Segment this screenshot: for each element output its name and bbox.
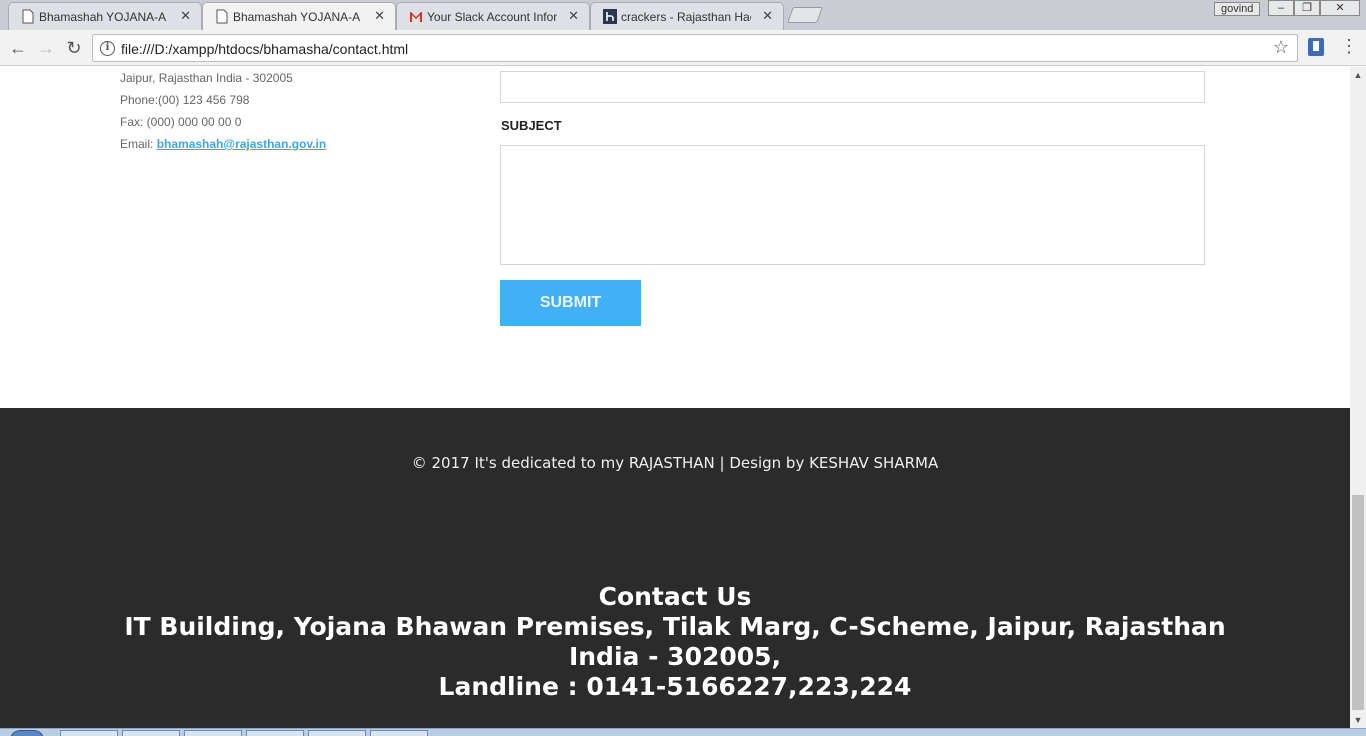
scroll-up-icon[interactable]: ▲ xyxy=(1350,67,1366,83)
profile-button[interactable]: govind xyxy=(1214,2,1261,16)
copyright-text: © 2017 It's dedicated to my RAJASTHAN | … xyxy=(411,454,939,472)
close-icon[interactable]: ✕ xyxy=(762,8,773,24)
phone-line: Phone:(00) 123 456 798 xyxy=(120,93,250,107)
contact-info: Jaipur, Rajasthan India - 302005 Phone:(… xyxy=(120,71,326,159)
page-viewport: Jaipur, Rajasthan India - 302005 Phone:(… xyxy=(0,67,1350,728)
footer-contact: Contact Us IT Building, Yojana Bhawan Pr… xyxy=(0,582,1350,702)
browser-tab-4[interactable]: crackers - Rajasthan Hac ✕ xyxy=(590,2,784,30)
taskbar-item[interactable] xyxy=(184,730,242,736)
minimize-icon[interactable]: – xyxy=(1268,0,1294,16)
hackerearth-icon xyxy=(603,9,617,24)
contact-heading: Contact Us xyxy=(598,582,752,611)
subject-textarea[interactable] xyxy=(500,145,1205,265)
address-line: Jaipur, Rajasthan India - 302005 xyxy=(120,71,293,85)
browser-tab-3[interactable]: Your Slack Account Infor ✕ xyxy=(396,2,590,30)
footer: © 2017 It's dedicated to my RAJASTHAN | … xyxy=(0,408,1350,728)
browser-tab-2[interactable]: Bhamashah YOJANA-A M ✕ xyxy=(202,2,396,30)
page-icon xyxy=(216,9,228,24)
taskbar xyxy=(0,728,1366,736)
email-line: Email: bhamashah@rajasthan.gov.in xyxy=(120,137,326,159)
fax-line: Fax: (000) 000 00 00 0 xyxy=(120,115,242,129)
footer-landline: Landline : 0141-5166227,223,224 xyxy=(438,672,912,701)
reload-icon[interactable]: ↻ xyxy=(62,36,86,60)
info-icon[interactable]: i xyxy=(100,41,115,56)
email-link[interactable]: bhamashah@rajasthan.gov.in xyxy=(157,137,327,151)
browser-tab-1[interactable]: Bhamashah YOJANA-A M ✕ xyxy=(8,2,202,30)
close-icon[interactable]: ✕ xyxy=(180,8,191,24)
browser-toolbar: ← → ↻ i file:///D:/xampp/htdocs/bhamasha… xyxy=(0,30,1366,66)
tab-title: Bhamashah YOJANA-A M xyxy=(233,9,363,24)
taskbar-item[interactable] xyxy=(60,730,118,736)
tab-title: Bhamashah YOJANA-A M xyxy=(39,9,169,24)
url-text[interactable]: file:///D:/xampp/htdocs/bhamasha/contact… xyxy=(121,41,408,57)
restore-icon[interactable]: ❐ xyxy=(1294,0,1320,16)
scroll-down-icon[interactable]: ▼ xyxy=(1350,712,1366,728)
address-bar[interactable]: i file:///D:/xampp/htdocs/bhamasha/conta… xyxy=(92,34,1298,62)
taskbar-item[interactable] xyxy=(370,730,428,736)
tab-title: Your Slack Account Infor xyxy=(427,9,557,24)
page-icon xyxy=(22,9,34,24)
browser-tabstrip: Bhamashah YOJANA-A M ✕ Bhamashah YOJANA-… xyxy=(0,0,1366,30)
taskbar-item[interactable] xyxy=(246,730,304,736)
tab-title: crackers - Rajasthan Hac xyxy=(621,9,751,24)
taskbar-item[interactable] xyxy=(308,730,366,736)
new-tab-button[interactable] xyxy=(787,7,823,23)
menu-icon[interactable]: ⋮ xyxy=(1340,36,1358,57)
taskbar-item[interactable] xyxy=(122,730,180,736)
email-prefix: Email: xyxy=(120,137,157,151)
submit-button[interactable]: SUBMIT xyxy=(500,280,641,326)
subject-label: SUBJECT xyxy=(501,118,562,133)
vertical-scrollbar[interactable]: ▲ ▼ xyxy=(1350,67,1366,728)
close-icon[interactable]: ✕ xyxy=(568,8,579,24)
back-icon[interactable]: ← xyxy=(6,36,30,60)
forward-icon[interactable]: → xyxy=(34,36,58,60)
start-icon[interactable] xyxy=(10,730,44,736)
window-close-icon[interactable]: ✕ xyxy=(1320,0,1360,16)
bookmark-extension-icon[interactable] xyxy=(1308,38,1324,56)
email-field[interactable] xyxy=(500,71,1205,103)
scroll-thumb[interactable] xyxy=(1352,495,1364,710)
gmail-icon xyxy=(410,12,422,22)
footer-address: IT Building, Yojana Bhawan Premises, Til… xyxy=(124,612,1226,671)
star-icon[interactable]: ☆ xyxy=(1273,37,1289,58)
close-icon[interactable]: ✕ xyxy=(374,8,385,24)
